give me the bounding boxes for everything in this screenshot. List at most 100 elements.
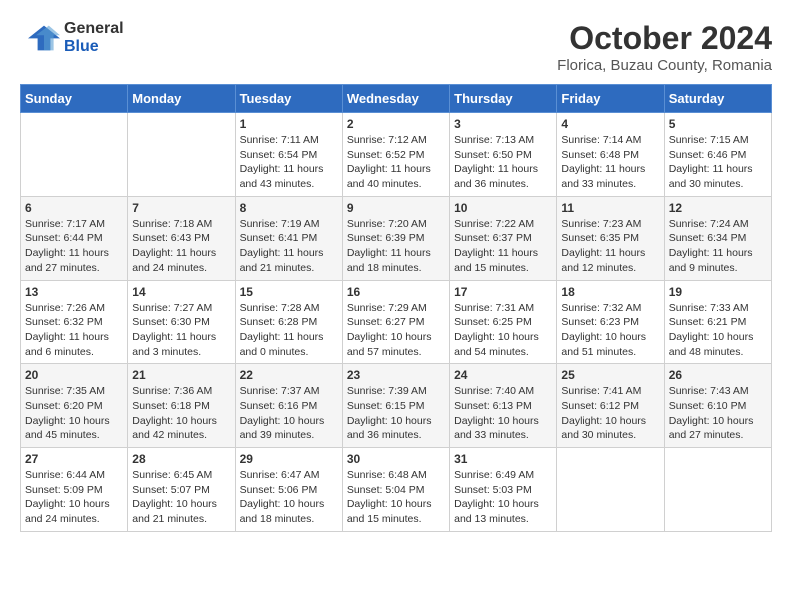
day-info: Sunrise: 7:18 AM Sunset: 6:43 PM Dayligh…	[132, 217, 230, 276]
calendar-cell: 27Sunrise: 6:44 AM Sunset: 5:09 PM Dayli…	[21, 448, 128, 532]
calendar-cell: 18 Sunrise: 7:32 AM Sunset: 6:23 PM Dayli…	[557, 280, 664, 364]
day-info: Sunrise: 7:36 AM Sunset: 6:18 PM Dayligh…	[132, 384, 230, 443]
calendar-week-row: 27Sunrise: 6:44 AM Sunset: 5:09 PM Dayli…	[21, 448, 772, 532]
calendar-cell: 3Sunrise: 7:13 AM Sunset: 6:50 PM Daylig…	[450, 113, 557, 197]
day-number: 9	[347, 201, 445, 215]
day-number: 16	[347, 285, 445, 299]
day-number: 17	[454, 285, 552, 299]
day-number: 18	[561, 285, 659, 299]
day-number: 2	[347, 117, 445, 131]
calendar-cell: 22 Sunrise: 7:37 AM Sunset: 6:16 PM Dayli…	[235, 364, 342, 448]
calendar-cell: 26Sunrise: 7:43 AM Sunset: 6:10 PM Dayli…	[664, 364, 771, 448]
day-number: 25	[561, 368, 659, 382]
day-number: 1	[240, 117, 338, 131]
weekday-header: Sunday	[21, 85, 128, 113]
calendar-cell: 24 Sunrise: 7:40 AM Sunset: 6:13 PM Dayli…	[450, 364, 557, 448]
calendar-cell: 19Sunrise: 7:33 AM Sunset: 6:21 PM Dayli…	[664, 280, 771, 364]
day-info: Sunrise: 7:17 AM Sunset: 6:44 PM Dayligh…	[25, 217, 123, 276]
day-number: 14	[132, 285, 230, 299]
page-header: General Blue October 2024 Florica, Buzau…	[20, 20, 772, 74]
weekday-header: Thursday	[450, 85, 557, 113]
calendar-week-row: 1 Sunrise: 7:11 AM Sunset: 6:54 PM Daylig…	[21, 113, 772, 197]
day-number: 24	[454, 368, 552, 382]
day-number: 8	[240, 201, 338, 215]
day-info: Sunrise: 7:37 AM Sunset: 6:16 PM Dayligh…	[240, 384, 338, 443]
day-info: Sunrise: 7:32 AM Sunset: 6:23 PM Dayligh…	[561, 301, 659, 360]
calendar-cell	[557, 448, 664, 532]
day-info: Sunrise: 7:33 AM Sunset: 6:21 PM Dayligh…	[669, 301, 767, 360]
day-info: Sunrise: 6:44 AM Sunset: 5:09 PM Dayligh…	[25, 468, 123, 527]
day-info: Sunrise: 7:28 AM Sunset: 6:28 PM Dayligh…	[240, 301, 338, 360]
calendar-table: SundayMondayTuesdayWednesdayThursdayFrid…	[20, 84, 772, 532]
location-title: Florica, Buzau County, Romania	[557, 57, 772, 74]
day-info: Sunrise: 7:27 AM Sunset: 6:30 PM Dayligh…	[132, 301, 230, 360]
day-number: 22	[240, 368, 338, 382]
calendar-cell: 5Sunrise: 7:15 AM Sunset: 6:46 PM Daylig…	[664, 113, 771, 197]
day-info: Sunrise: 7:11 AM Sunset: 6:54 PM Dayligh…	[240, 133, 338, 192]
calendar-cell: 30 Sunrise: 6:48 AM Sunset: 5:04 PM Dayli…	[342, 448, 449, 532]
day-info: Sunrise: 7:12 AM Sunset: 6:52 PM Dayligh…	[347, 133, 445, 192]
day-number: 30	[347, 452, 445, 466]
day-info: Sunrise: 7:24 AM Sunset: 6:34 PM Dayligh…	[669, 217, 767, 276]
day-number: 15	[240, 285, 338, 299]
day-number: 10	[454, 201, 552, 215]
calendar-cell: 12 Sunrise: 7:24 AM Sunset: 6:34 PM Dayli…	[664, 196, 771, 280]
day-info: Sunrise: 6:48 AM Sunset: 5:04 PM Dayligh…	[347, 468, 445, 527]
calendar-cell: 29 Sunrise: 6:47 AM Sunset: 5:06 PM Dayli…	[235, 448, 342, 532]
calendar-cell: 16 Sunrise: 7:29 AM Sunset: 6:27 PM Dayli…	[342, 280, 449, 364]
logo-general-text: General	[64, 20, 124, 38]
calendar-cell: 25 Sunrise: 7:41 AM Sunset: 6:12 PM Dayli…	[557, 364, 664, 448]
day-number: 6	[25, 201, 123, 215]
calendar-week-row: 20 Sunrise: 7:35 AM Sunset: 6:20 PM Dayli…	[21, 364, 772, 448]
month-title: October 2024	[557, 20, 772, 57]
calendar-cell: 13Sunrise: 7:26 AM Sunset: 6:32 PM Dayli…	[21, 280, 128, 364]
calendar-cell: 21Sunrise: 7:36 AM Sunset: 6:18 PM Dayli…	[128, 364, 235, 448]
weekday-header: Wednesday	[342, 85, 449, 113]
day-info: Sunrise: 7:19 AM Sunset: 6:41 PM Dayligh…	[240, 217, 338, 276]
day-number: 12	[669, 201, 767, 215]
day-info: Sunrise: 7:20 AM Sunset: 6:39 PM Dayligh…	[347, 217, 445, 276]
calendar-cell: 4 Sunrise: 7:14 AM Sunset: 6:48 PM Daylig…	[557, 113, 664, 197]
calendar-cell: 1 Sunrise: 7:11 AM Sunset: 6:54 PM Daylig…	[235, 113, 342, 197]
day-info: Sunrise: 7:41 AM Sunset: 6:12 PM Dayligh…	[561, 384, 659, 443]
logo: General Blue	[20, 20, 124, 55]
weekday-header-row: SundayMondayTuesdayWednesdayThursdayFrid…	[21, 85, 772, 113]
day-info: Sunrise: 7:31 AM Sunset: 6:25 PM Dayligh…	[454, 301, 552, 360]
day-info: Sunrise: 7:40 AM Sunset: 6:13 PM Dayligh…	[454, 384, 552, 443]
calendar-cell	[128, 113, 235, 197]
day-info: Sunrise: 7:29 AM Sunset: 6:27 PM Dayligh…	[347, 301, 445, 360]
day-info: Sunrise: 7:35 AM Sunset: 6:20 PM Dayligh…	[25, 384, 123, 443]
weekday-header: Friday	[557, 85, 664, 113]
calendar-cell: 2 Sunrise: 7:12 AM Sunset: 6:52 PM Daylig…	[342, 113, 449, 197]
calendar-cell: 6 Sunrise: 7:17 AM Sunset: 6:44 PM Daylig…	[21, 196, 128, 280]
day-info: Sunrise: 7:26 AM Sunset: 6:32 PM Dayligh…	[25, 301, 123, 360]
day-info: Sunrise: 7:14 AM Sunset: 6:48 PM Dayligh…	[561, 133, 659, 192]
calendar-cell: 31Sunrise: 6:49 AM Sunset: 5:03 PM Dayli…	[450, 448, 557, 532]
day-number: 31	[454, 452, 552, 466]
calendar-week-row: 6 Sunrise: 7:17 AM Sunset: 6:44 PM Daylig…	[21, 196, 772, 280]
calendar-cell: 15 Sunrise: 7:28 AM Sunset: 6:28 PM Dayli…	[235, 280, 342, 364]
calendar-cell	[664, 448, 771, 532]
day-number: 4	[561, 117, 659, 131]
calendar-week-row: 13Sunrise: 7:26 AM Sunset: 6:32 PM Dayli…	[21, 280, 772, 364]
calendar-cell: 10Sunrise: 7:22 AM Sunset: 6:37 PM Dayli…	[450, 196, 557, 280]
weekday-header: Monday	[128, 85, 235, 113]
calendar-cell: 14 Sunrise: 7:27 AM Sunset: 6:30 PM Dayli…	[128, 280, 235, 364]
day-info: Sunrise: 7:13 AM Sunset: 6:50 PM Dayligh…	[454, 133, 552, 192]
calendar-cell: 11Sunrise: 7:23 AM Sunset: 6:35 PM Dayli…	[557, 196, 664, 280]
calendar-cell: 20 Sunrise: 7:35 AM Sunset: 6:20 PM Dayli…	[21, 364, 128, 448]
day-number: 5	[669, 117, 767, 131]
title-block: October 2024 Florica, Buzau County, Roma…	[557, 20, 772, 74]
calendar-cell: 8 Sunrise: 7:19 AM Sunset: 6:41 PM Daylig…	[235, 196, 342, 280]
day-info: Sunrise: 6:47 AM Sunset: 5:06 PM Dayligh…	[240, 468, 338, 527]
calendar-cell: 9 Sunrise: 7:20 AM Sunset: 6:39 PM Daylig…	[342, 196, 449, 280]
weekday-header: Saturday	[664, 85, 771, 113]
day-info: Sunrise: 7:39 AM Sunset: 6:15 PM Dayligh…	[347, 384, 445, 443]
day-number: 11	[561, 201, 659, 215]
day-info: Sunrise: 7:43 AM Sunset: 6:10 PM Dayligh…	[669, 384, 767, 443]
day-number: 29	[240, 452, 338, 466]
calendar-cell	[21, 113, 128, 197]
day-number: 7	[132, 201, 230, 215]
calendar-cell: 7 Sunrise: 7:18 AM Sunset: 6:43 PM Daylig…	[128, 196, 235, 280]
day-number: 20	[25, 368, 123, 382]
